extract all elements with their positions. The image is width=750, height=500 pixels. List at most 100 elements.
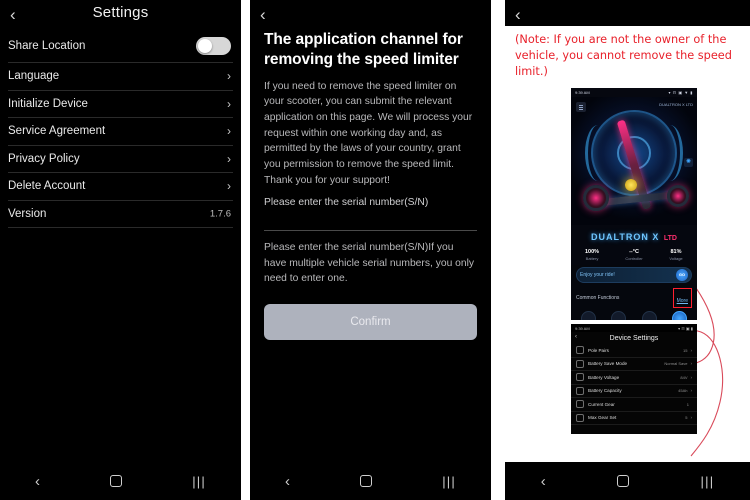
ds-label: Battery Voltage — [588, 374, 620, 380]
ds-label: Pole Pairs — [588, 347, 609, 353]
scooter-hero-image: DUALTRON X LTD ✺ — [571, 97, 697, 225]
max-gear-icon — [576, 413, 584, 422]
application-body: The application channel for removing the… — [250, 30, 491, 341]
nav-back-icon[interactable]: ‹ — [285, 473, 290, 490]
stat-value: 100% — [584, 249, 600, 255]
back-chevron-icon[interactable]: ‹ — [515, 6, 529, 24]
ride-text: Enjoy your ride! — [580, 272, 615, 278]
setting-label: Delete Account — [8, 180, 86, 193]
pas-icon — [672, 311, 688, 320]
more-highlight-box[interactable]: More — [672, 288, 692, 308]
eco-icon — [580, 311, 596, 320]
ccs-icon — [611, 311, 627, 320]
brand-name: DUALTRON X — [591, 232, 660, 242]
status-time: 9:39 AM — [575, 90, 590, 95]
chevron-right-icon: › — [690, 415, 693, 421]
setting-row-share-location[interactable]: Share Location — [8, 30, 233, 63]
setting-label: Initialize Device — [8, 97, 88, 110]
chevron-right-icon: › — [227, 124, 231, 139]
go-button[interactable]: GO — [676, 269, 688, 281]
nav-recents-icon[interactable]: ||| — [701, 474, 715, 489]
chevron-right-icon: › — [690, 374, 693, 380]
back-chevron-icon[interactable]: ‹ — [575, 334, 577, 340]
setting-row-delete-account[interactable]: Delete Account › — [8, 173, 233, 201]
nav-home-icon[interactable] — [110, 475, 123, 487]
setting-label: Version — [8, 207, 47, 220]
ds-row-pole-pairs[interactable]: Pole Pairs 15 › — [571, 344, 697, 358]
ds-row-battery-capacity[interactable]: Battery Capacity 45Ah › — [571, 385, 697, 398]
bluetooth-icon[interactable]: ✺ — [684, 158, 693, 168]
setting-label: Share Location — [8, 40, 86, 52]
setting-row-privacy-policy[interactable]: Privacy Policy › — [8, 146, 233, 173]
android-nav-bar: ‹ ||| — [250, 462, 491, 500]
hamburger-icon[interactable] — [576, 102, 586, 112]
enjoy-ride-banner[interactable]: Enjoy your ride! GO — [576, 267, 692, 283]
function-pas[interactable]: PAS — [665, 311, 696, 320]
ds-value: Normal Save — [664, 361, 688, 367]
function-eco[interactable]: ECO — [573, 311, 604, 320]
android-nav-bar: ‹ ||| — [505, 462, 750, 500]
battery-capacity-icon — [576, 386, 584, 395]
confirm-button[interactable]: Confirm — [264, 304, 477, 341]
more-link[interactable]: More — [677, 298, 688, 304]
back-chevron-icon[interactable]: ‹ — [260, 6, 274, 24]
model-selector[interactable]: DUALTRON X LTD — [659, 102, 693, 107]
chevron-right-icon: › — [227, 96, 231, 111]
stat-value: 81% — [670, 249, 682, 255]
description-paragraph: If you need to remove the speed limiter … — [264, 80, 473, 186]
settings-screen: ‹ Settings Share Location Language › Ini… — [0, 0, 241, 500]
ds-label: Battery Capacity — [588, 388, 622, 394]
ds-status-bar: 9:39 AM ▾ ☶ ▣ ▮ — [571, 324, 697, 332]
battery-save-icon — [576, 359, 584, 368]
share-location-toggle[interactable] — [196, 37, 231, 55]
settings-list: Share Location Language › Initialize Dev… — [0, 30, 241, 228]
pole-pairs-icon — [576, 346, 584, 355]
status-time: 9:39 AM — [575, 325, 590, 331]
stat-key: Controller — [625, 256, 643, 261]
stat-voltage: 81% Voltage — [655, 249, 697, 261]
setting-label: Service Agreement — [8, 125, 106, 138]
note-screen: ‹ (Note: If you are not the owner of the… — [505, 0, 750, 500]
application-screen: ‹ The application channel for removing t… — [250, 0, 491, 500]
setting-row-service-agreement[interactable]: Service Agreement › — [8, 118, 233, 146]
ds-row-max-gear-set[interactable]: Max Gear Set 5 › — [571, 412, 697, 425]
nav-back-icon[interactable]: ‹ — [541, 473, 546, 490]
serial-number-input[interactable] — [264, 230, 477, 232]
nav-back-icon[interactable]: ‹ — [35, 473, 40, 490]
ds-row-battery-voltage[interactable]: Battery Voltage 84V › — [571, 371, 697, 385]
chevron-right-icon: › — [690, 361, 693, 367]
ds-value: 84V — [680, 374, 688, 380]
ds-label: Max Gear Set — [588, 415, 617, 421]
brand-banner: DUALTRON X LTD — [571, 225, 697, 246]
version-value: 1.7.6 — [209, 208, 231, 220]
chevron-right-icon: › — [227, 179, 231, 194]
scooter-front-wheel — [583, 185, 609, 211]
function-icons-row: ECO CCS ABS PAS — [571, 309, 697, 320]
nav-recents-icon[interactable]: ||| — [442, 474, 456, 489]
current-gear-icon — [576, 400, 584, 409]
battery-voltage-icon — [576, 373, 584, 382]
settings-header: ‹ Settings — [0, 0, 241, 30]
stat-battery: 100% Battery — [571, 249, 613, 261]
nav-home-icon[interactable] — [617, 475, 630, 487]
embedded-screenshots: 9:39 AM ▾ ☶ ▣ ▼ ▮ DUALTRON X LTD ✺ DUALT… — [571, 88, 697, 434]
serial-number-label: Please enter the serial number(S/N) — [264, 197, 429, 209]
function-ccs[interactable]: CCS — [604, 311, 635, 320]
stat-key: Voltage — [669, 256, 683, 261]
function-abs[interactable]: ABS — [634, 311, 665, 320]
abs-icon — [641, 311, 657, 320]
stat-key: Battery — [585, 256, 599, 261]
common-functions-title: Common Functions — [576, 295, 620, 301]
nav-home-icon[interactable] — [360, 475, 373, 487]
common-functions-header: Common Functions More — [571, 285, 697, 309]
ds-row-battery-save-mode[interactable]: Battery Save Mode Normal Save › — [571, 358, 697, 371]
setting-row-language[interactable]: Language › — [8, 63, 233, 91]
panel-divider — [241, 0, 250, 500]
nav-recents-icon[interactable]: ||| — [192, 474, 206, 489]
app-home-screenshot: 9:39 AM ▾ ☶ ▣ ▼ ▮ DUALTRON X LTD ✺ DUALT… — [571, 88, 697, 320]
setting-label: Language — [8, 70, 60, 83]
device-settings-screenshot: 9:39 AM ▾ ☶ ▣ ▮ ‹ Device Settings Pole P… — [571, 324, 697, 434]
ds-value: 15 — [683, 347, 688, 353]
android-nav-bar: ‹ ||| — [0, 462, 241, 500]
setting-row-initialize-device[interactable]: Initialize Device › — [8, 91, 233, 118]
